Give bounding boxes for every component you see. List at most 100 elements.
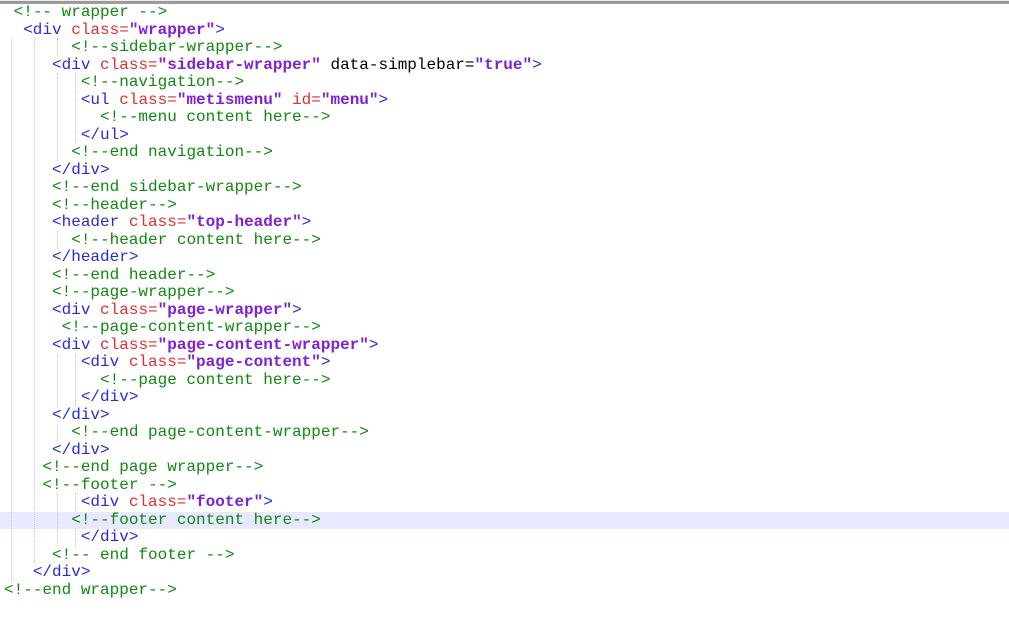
token-tag: </div> [52,441,110,459]
token-attribute: class= [71,21,129,39]
code-line[interactable]: </div> [0,162,1009,180]
token-tag: </div> [52,406,110,424]
editor-window: <!-- wrapper --> <div class="wrapper"> <… [0,0,1009,626]
token-value: "metismenu" [177,91,283,109]
code-line[interactable]: <!--page-content-wrapper--> [0,319,1009,337]
token-value: "top-header" [186,213,301,231]
token-attribute: class= [119,91,177,109]
code-line[interactable]: <ul class="metismenu" id="menu"> [0,92,1009,110]
token-plain [90,336,100,354]
token-comment: <!--end page-content-wrapper--> [71,423,369,441]
token-value: "sidebar-wrapper" [158,56,321,74]
token-comment: <!--page-wrapper--> [52,283,234,301]
token-attribute: class= [100,301,158,319]
code-line-current[interactable]: <!--footer content here--> [0,512,1009,530]
token-tag: <div [52,336,90,354]
token-attribute: class= [129,493,187,511]
token-tag: <div [81,493,119,511]
token-attribute: id= [292,91,321,109]
token-comment: <!--end header--> [52,266,215,284]
code-line[interactable]: <!--page content here--> [0,372,1009,390]
code-line[interactable]: <!--navigation--> [0,74,1009,92]
token-plain [282,91,292,109]
code-line[interactable]: <div class="sidebar-wrapper" data-simple… [0,57,1009,75]
token-comment: <!--end sidebar-wrapper--> [52,178,302,196]
token-tag: > [302,213,312,231]
code-line[interactable]: <!--end page wrapper--> [0,459,1009,477]
token-comment: <!-- end footer --> [52,546,234,564]
token-comment: <!--end wrapper--> [4,581,177,599]
code-line[interactable]: <!--header content here--> [0,232,1009,250]
token-tag: > [369,336,379,354]
code-line[interactable]: </div> [0,407,1009,425]
token-value: "wrapper" [129,21,215,39]
code-line[interactable]: <header class="top-header"> [0,214,1009,232]
code-line[interactable]: <div class="footer"> [0,494,1009,512]
token-value: "menu" [321,91,379,109]
token-value: "footer" [186,493,263,511]
code-line[interactable]: </header> [0,249,1009,267]
token-attribute: class= [129,213,187,231]
token-comment: <!--sidebar-wrapper--> [71,38,282,56]
code-line[interactable]: <div class="page-content"> [0,354,1009,372]
token-plain [119,353,129,371]
token-value: "page-content-wrapper" [158,336,369,354]
token-tag: </header> [52,248,138,266]
code-line[interactable]: <!--end sidebar-wrapper--> [0,179,1009,197]
code-line[interactable]: <!--menu content here--> [0,109,1009,127]
token-value: "page-wrapper" [158,301,292,319]
token-tag: <div [52,301,90,319]
token-plain [119,493,129,511]
code-line[interactable]: <!--header--> [0,197,1009,215]
code-line[interactable]: </div> [0,529,1009,547]
code-line[interactable]: </div> [0,389,1009,407]
token-comment: <!--end page wrapper--> [42,458,263,476]
token-plain: data-simplebar= [321,56,475,74]
code-line[interactable]: <!--end navigation--> [0,144,1009,162]
token-tag: > [532,56,542,74]
token-attribute: class= [129,353,187,371]
code-line[interactable]: </div> [0,442,1009,460]
token-tag: </div> [33,563,91,581]
token-tag: > [263,493,273,511]
token-attribute: class= [100,56,158,74]
token-tag: <div [23,21,61,39]
token-tag: > [321,353,331,371]
code-line[interactable]: <!--end wrapper--> [0,582,1009,600]
token-plain [90,301,100,319]
token-tag: </ul> [81,126,129,144]
token-comment: <!-- wrapper --> [14,3,168,21]
code-line[interactable]: <!--sidebar-wrapper--> [0,39,1009,57]
code-line[interactable]: </ul> [0,127,1009,145]
code-line[interactable]: <!-- end footer --> [0,547,1009,565]
code-line[interactable]: <div class="page-wrapper"> [0,302,1009,320]
token-comment: <!--page content here--> [100,371,330,389]
code-line[interactable]: <!--end page-content-wrapper--> [0,424,1009,442]
token-comment: <!--footer --> [42,476,176,494]
token-comment: <!--page-content-wrapper--> [62,318,321,336]
token-tag: </div> [81,388,139,406]
code-line[interactable]: <!--page-wrapper--> [0,284,1009,302]
token-plain [90,56,100,74]
code-line[interactable]: </div> [0,564,1009,582]
token-tag: <ul [81,91,110,109]
token-plain [62,21,72,39]
code-line[interactable]: <div class="wrapper"> [0,22,1009,40]
token-comment: <!--header--> [52,196,177,214]
code-line[interactable]: <!--end header--> [0,267,1009,285]
token-comment: <!--end navigation--> [71,143,273,161]
code-line[interactable]: <!-- wrapper --> [0,4,1009,22]
token-tag: <div [81,353,119,371]
token-value: "page-content" [186,353,320,371]
token-value: "true" [475,56,533,74]
token-plain [110,91,120,109]
token-comment: <!--footer content here--> [71,511,321,529]
code-line[interactable]: <div class="page-content-wrapper"> [0,337,1009,355]
token-plain [119,213,129,231]
code-line[interactable]: <!--footer --> [0,477,1009,495]
token-attribute: class= [100,336,158,354]
code-editor[interactable]: <!-- wrapper --> <div class="wrapper"> <… [0,4,1009,626]
token-comment: <!--header content here--> [71,231,321,249]
token-tag: </div> [81,528,139,546]
token-comment: <!--navigation--> [81,73,244,91]
